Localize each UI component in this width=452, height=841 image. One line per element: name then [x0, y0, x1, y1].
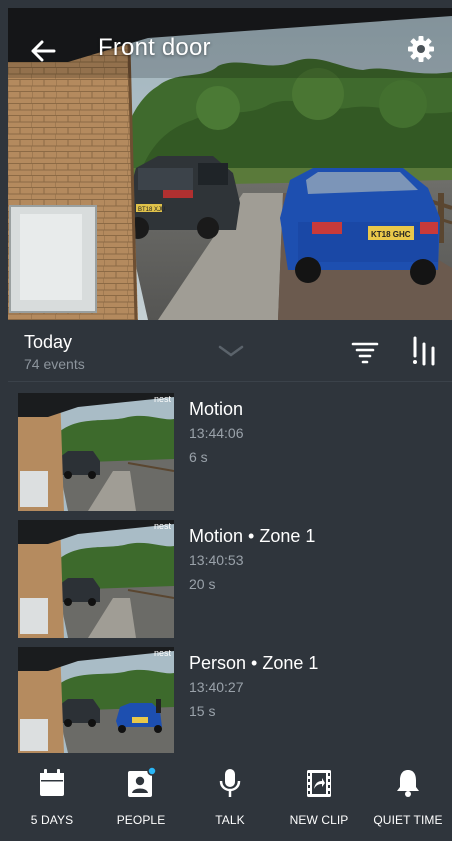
gear-icon — [408, 36, 434, 62]
back-button[interactable] — [26, 34, 60, 68]
settings-button[interactable] — [404, 32, 438, 66]
talk-label: TALK — [215, 813, 245, 827]
event-duration: 15 s — [189, 703, 216, 719]
event-duration: 6 s — [189, 449, 208, 465]
calendar-icon — [40, 769, 64, 796]
nest-logo: nest — [153, 648, 171, 658]
event-list: nest Motion 13:44:06 6 s nest Motion • Z… — [8, 383, 452, 753]
timeline-day: Today — [24, 332, 73, 352]
bell-icon — [397, 770, 419, 797]
people-label: PEOPLE — [116, 813, 166, 827]
people-button[interactable]: PEOPLE — [97, 753, 185, 841]
timeline-scrubber-icon[interactable] — [410, 334, 440, 368]
talk-button[interactable]: TALK — [186, 753, 274, 841]
timeline-header: Today 74 events — [8, 320, 452, 382]
event-item[interactable]: nest Person • Zone 1 13:40:27 15 s — [8, 637, 452, 753]
event-count: 74 events — [24, 356, 85, 372]
rear-plate-text: BT18 XJU — [138, 207, 165, 213]
new-clip-label: NEW CLIP — [289, 813, 349, 827]
event-title: Motion • Zone 1 — [189, 526, 316, 546]
chevron-down-icon[interactable] — [216, 342, 246, 360]
event-duration: 20 s — [189, 576, 216, 592]
new-clip-button[interactable]: NEW CLIP — [275, 753, 363, 841]
quiet-time-button[interactable]: QUIET TIME — [364, 753, 452, 841]
back-arrow-icon — [31, 40, 56, 62]
event-item[interactable]: nest Motion 13:44:06 6 s — [8, 383, 452, 511]
five-days-button[interactable]: 5 DAYS — [8, 753, 96, 841]
event-thumbnail: nest — [18, 393, 174, 511]
notification-badge — [147, 767, 156, 776]
bottom-toolbar: 5 DAYS PEOPLE TALK NEW CLIP QUIET TIME — [8, 753, 452, 841]
event-thumbnail: nest — [18, 520, 174, 638]
person-icon — [128, 767, 156, 797]
five-days-label: 5 DAYS — [30, 813, 74, 827]
camera-title: Front door — [98, 34, 211, 61]
event-time: 13:44:06 — [189, 425, 244, 441]
event-time: 13:40:27 — [189, 679, 244, 695]
nest-logo: nest — [153, 521, 171, 531]
event-title: Motion — [189, 399, 244, 419]
microphone-icon — [219, 769, 241, 797]
filter-icon[interactable] — [350, 336, 380, 366]
front-plate-text: KT18 GHC — [371, 230, 411, 239]
event-title: Person • Zone 1 — [189, 653, 319, 673]
event-time: 13:40:53 — [189, 552, 244, 568]
clip-icon — [307, 770, 331, 797]
event-thumbnail: nest — [18, 647, 174, 753]
event-item[interactable]: nest Motion • Zone 1 13:40:53 20 s — [8, 510, 452, 638]
quiet-time-label: QUIET TIME — [373, 813, 443, 827]
feed-header: Front door — [8, 8, 452, 88]
nest-logo: nest — [153, 394, 171, 404]
